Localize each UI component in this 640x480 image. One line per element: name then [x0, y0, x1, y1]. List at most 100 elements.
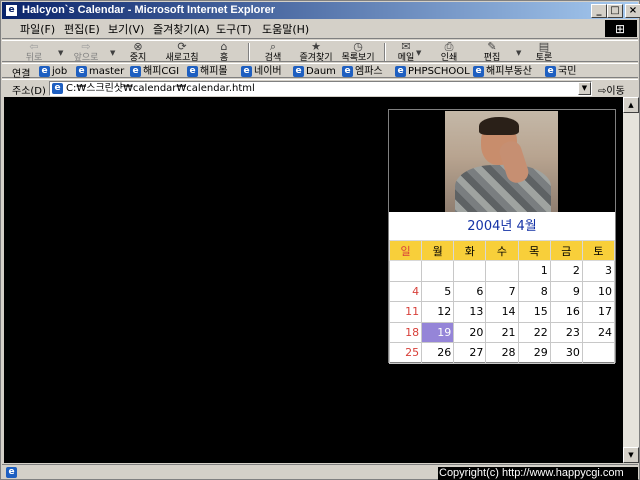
calendar-day-cell[interactable]: 29 [517, 342, 551, 364]
maximize-button[interactable]: □ [607, 4, 623, 18]
calendar-day-cell[interactable]: 10 [581, 280, 616, 302]
mail-icon: ✉ [401, 40, 411, 53]
windows-logo-icon: ⊞ [605, 20, 637, 37]
menu-tools[interactable]: 도구(T) [212, 22, 256, 37]
calendar-empty-cell [581, 342, 616, 364]
photo-panel [389, 110, 615, 213]
calendar-day-cell[interactable]: 27 [453, 342, 487, 364]
calendar-empty-cell [453, 260, 487, 282]
calendar-day-cell[interactable]: 4 [388, 280, 423, 302]
stop-button[interactable]: ⊗ 중지 [116, 41, 160, 64]
weekday-header: 월 [421, 240, 455, 261]
calendar-grid: 일월화수목금토 1 2 3 4 5 6 7 8 9 10 11 12 13 14 15 16 17 18 19 20 2… [388, 240, 616, 364]
history-button[interactable]: ◷ 목록보기 [336, 40, 380, 64]
calendar-day-cell[interactable]: 8 [517, 280, 551, 302]
mail-dropdown-icon[interactable]: ▼ [416, 49, 421, 57]
calendar-day-cell[interactable]: 21 [485, 321, 519, 343]
forward-dropdown-icon[interactable]: ▼ [110, 49, 115, 57]
edit-button[interactable]: ✎ 편집 [470, 40, 514, 64]
go-button[interactable]: ⇨이동 [598, 82, 625, 97]
home-icon: ⌂ [220, 40, 228, 53]
search-button[interactable]: ⌕ 검색 [251, 41, 295, 64]
link-happy-realestate[interactable]: 해피부동산 [472, 65, 532, 78]
favorites-button[interactable]: ★ 즐겨찾기 [294, 41, 338, 64]
calendar-day-cell[interactable]: 24 [581, 321, 616, 343]
copyright-text: Copyright(c) http://www.happycgi.com [438, 467, 638, 480]
vertical-scrollbar[interactable]: ▲ ▼ [623, 97, 639, 463]
calendar-day-cell[interactable]: 25 [388, 342, 423, 364]
minimize-button[interactable]: _ [591, 4, 607, 18]
back-button[interactable]: ⇦ 뒤로 [12, 41, 56, 64]
calendar-day-cell[interactable]: 5 [421, 280, 455, 302]
menu-bar: 파일(F) 편집(E) 보기(V) 즐겨찾기(A) 도구(T) 도움말(H) [2, 20, 638, 39]
discuss-button[interactable]: ▤ 토론 [522, 40, 566, 64]
calendar-day-cell[interactable]: 12 [421, 301, 455, 323]
calendar-day-cell[interactable]: 28 [485, 342, 519, 364]
address-dropdown-icon[interactable]: ▼ [578, 82, 591, 95]
refresh-button[interactable]: ⟳ 새로고침 [160, 41, 204, 64]
link-job[interactable]: job [38, 65, 67, 78]
calendar-day-cell[interactable]: 3 [581, 260, 616, 282]
scroll-up-icon[interactable]: ▲ [623, 97, 639, 113]
calendar-day-cell[interactable]: 30 [549, 342, 583, 364]
mail-button[interactable]: ✉ 메일 [384, 40, 428, 64]
menu-favorites[interactable]: 즐겨찾기(A) [149, 22, 214, 37]
link-naver[interactable]: 네이버 [240, 65, 282, 78]
calendar-day-cell[interactable]: 17 [581, 301, 616, 323]
scroll-down-icon[interactable]: ▼ [623, 447, 639, 463]
address-bar: 주소(D) e C:₩스크린샷₩calendar₩calendar.html ▼… [2, 79, 638, 97]
link-phpschool[interactable]: PHPSCHOOL [394, 65, 470, 78]
calendar-week-row: 123 [388, 260, 616, 282]
print-button[interactable]: ⎙ 인쇄 [427, 41, 471, 64]
weekday-header: 토 [581, 240, 616, 261]
edit-icon: ✎ [487, 40, 497, 53]
menu-edit[interactable]: 편집(E) [60, 22, 104, 37]
link-happycgi[interactable]: 해피CGI [129, 65, 179, 78]
weekday-header: 수 [485, 240, 519, 261]
link-empas[interactable]: 엠파스 [341, 65, 383, 78]
close-button[interactable]: × [625, 4, 640, 18]
calendar-day-cell[interactable]: 7 [485, 280, 519, 302]
calendar-body: 1 2 3 4 5 6 7 8 9 10 11 12 13 14 15 16 17 18 19 20 21 22 23 24 2… [388, 260, 616, 364]
weekday-header: 일 [388, 240, 423, 261]
calendar-day-cell[interactable]: 11 [388, 301, 423, 323]
calendar-week-row: 18 19 20 21 22 23 24 [388, 321, 616, 343]
edit-dropdown-icon[interactable]: ▼ [516, 49, 521, 57]
calendar-day-cell[interactable]: 6 [453, 280, 487, 302]
menu-file[interactable]: 파일(F) [16, 22, 59, 37]
weekday-header: 금 [549, 240, 583, 261]
menu-view[interactable]: 보기(V) [104, 22, 148, 37]
link-master[interactable]: master [75, 65, 124, 78]
calendar-day-cell[interactable]: 15 [517, 301, 551, 323]
calendar-week-row: 25 26 27 28 29 30 [388, 342, 616, 364]
link-daum[interactable]: Daum [292, 65, 336, 78]
calendar-empty-cell [485, 260, 519, 282]
address-input[interactable]: e C:₩스크린샷₩calendar₩calendar.html ▼ [49, 81, 592, 96]
weekday-header-row: 일월화수목금토 [388, 240, 616, 261]
calendar-day-cell[interactable]: 14 [485, 301, 519, 323]
calendar-day-cell[interactable]: 2 [549, 260, 583, 282]
page-icon: e [52, 83, 63, 94]
forward-button[interactable]: ⇨ 앞으로 [64, 41, 108, 64]
calendar-day-cell[interactable]: 19 [421, 321, 455, 343]
toolbar-separator [248, 43, 250, 61]
calendar-day-cell[interactable]: 23 [549, 321, 583, 343]
calendar-day-cell[interactable]: 13 [453, 301, 487, 323]
back-dropdown-icon[interactable]: ▼ [58, 49, 63, 57]
calendar-day-cell[interactable]: 26 [421, 342, 455, 364]
calendar-day-cell[interactable]: 22 [517, 321, 551, 343]
history-icon: ◷ [353, 40, 363, 53]
home-button[interactable]: ⌂ 홈 [202, 40, 246, 64]
link-happymall[interactable]: 해피몰 [186, 65, 228, 78]
menu-help[interactable]: 도움말(H) [258, 22, 313, 37]
discuss-icon: ▤ [538, 40, 550, 53]
calendar-day-cell[interactable]: 18 [388, 321, 423, 343]
browser-window: e Halcyon`s Calendar - Microsoft Interne… [0, 0, 640, 480]
calendar-day-cell[interactable]: 1 [517, 260, 551, 282]
calendar-day-cell[interactable]: 16 [549, 301, 583, 323]
link-kookmin[interactable]: 국민 [544, 65, 576, 78]
address-url[interactable]: C:₩스크린샷₩calendar₩calendar.html [66, 82, 255, 95]
calendar-day-cell[interactable]: 20 [453, 321, 487, 343]
title-bar[interactable]: e Halcyon`s Calendar - Microsoft Interne… [2, 2, 640, 19]
calendar-day-cell[interactable]: 9 [549, 280, 583, 302]
